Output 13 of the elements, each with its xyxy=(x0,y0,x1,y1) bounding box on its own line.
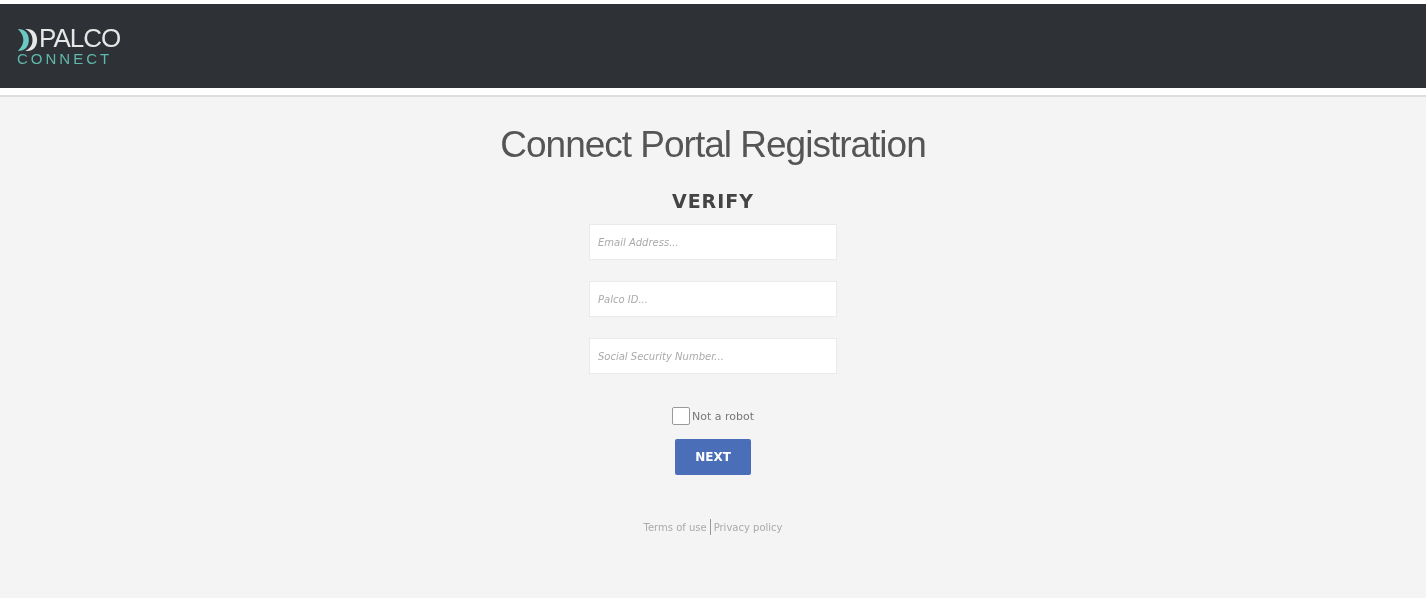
footer-link[interactable]: Terms of use xyxy=(643,521,707,533)
logo-tagline: CONNECT xyxy=(17,51,114,67)
logo-name: PALCO xyxy=(39,25,121,51)
footer-link[interactable]: Privacy policy xyxy=(713,521,783,533)
input-field[interactable]: Palco ID... xyxy=(589,281,837,317)
next-button[interactable]: NEXT xyxy=(675,439,751,475)
page-title: Connect Portal Registration xyxy=(500,124,926,166)
form-heading: VERIFY xyxy=(671,190,755,212)
input-field[interactable]: Email Address... xyxy=(589,224,837,260)
input-field[interactable]: Social Security Number... xyxy=(589,338,837,374)
checkbox-label: Not a robot xyxy=(691,409,754,423)
logo-icon xyxy=(16,28,38,52)
checkbox[interactable] xyxy=(671,407,690,425)
